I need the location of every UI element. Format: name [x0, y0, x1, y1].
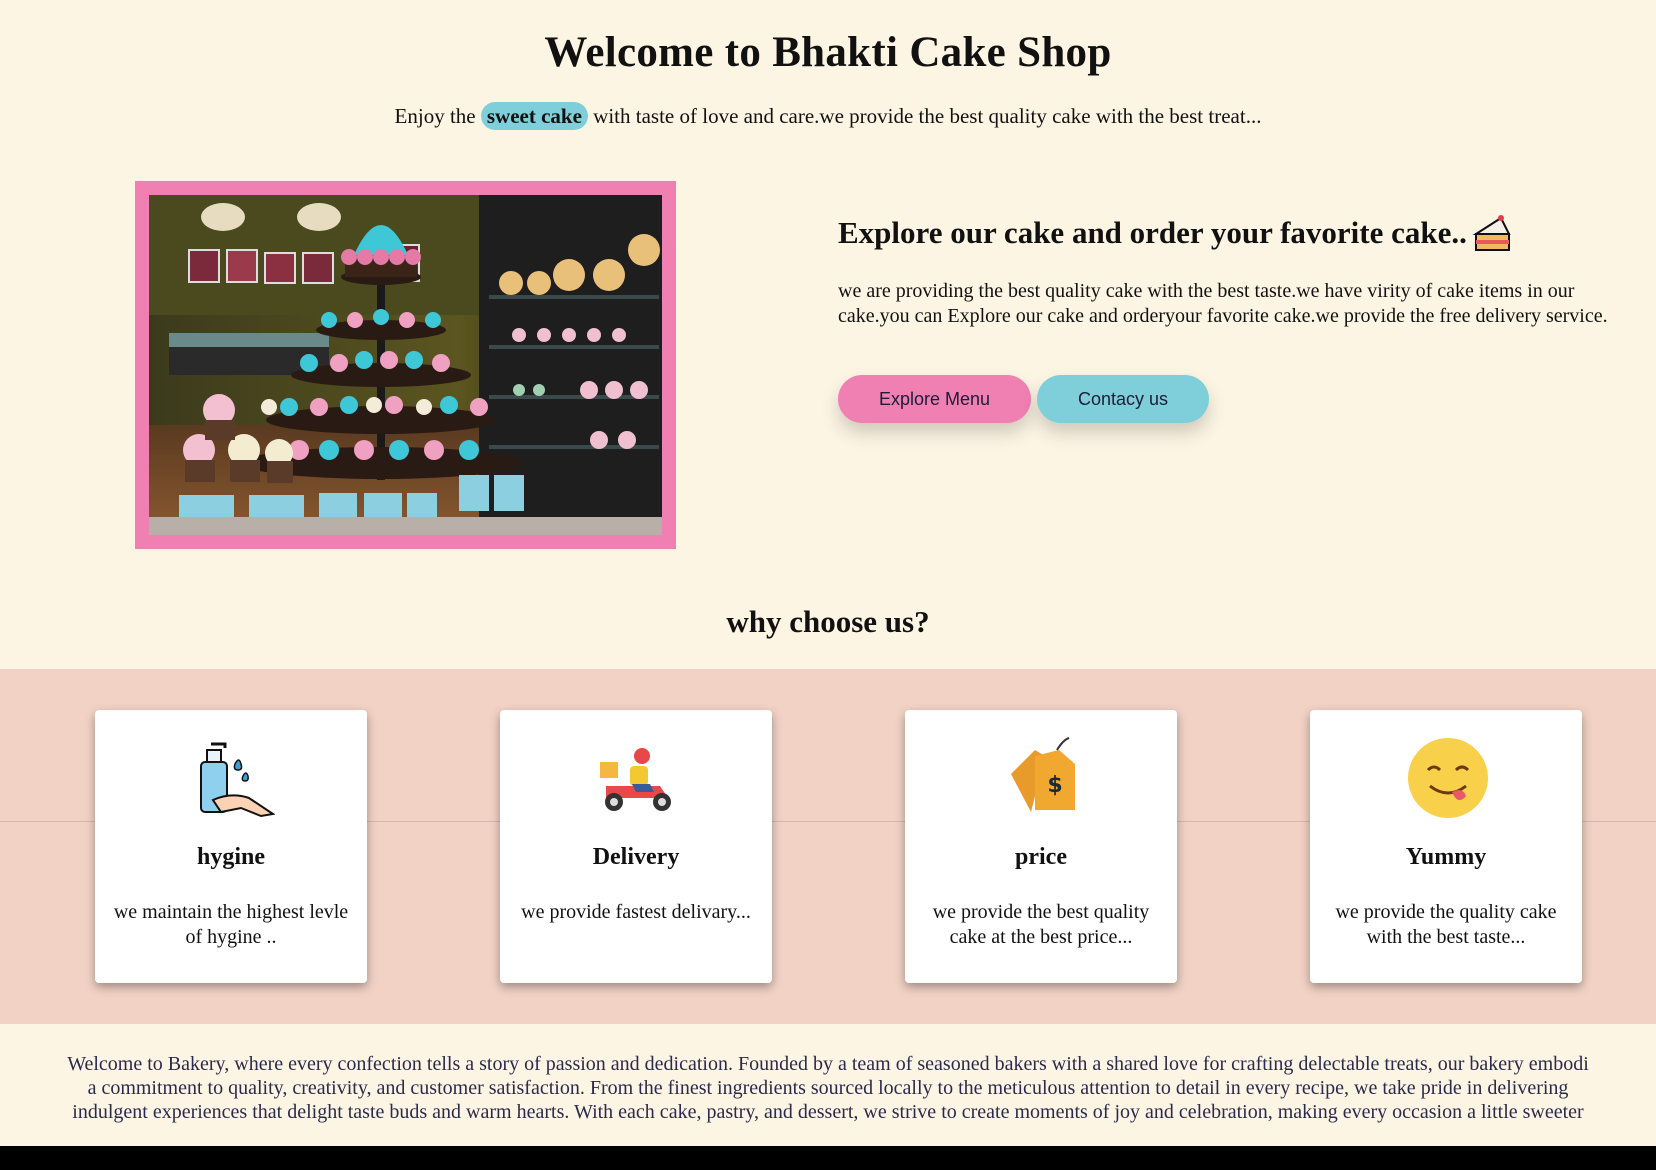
hero-image — [135, 181, 676, 549]
card-text: we provide fastest delivary... — [521, 901, 751, 923]
explore-menu-button[interactable]: Explore Menu — [838, 375, 1031, 423]
feature-card-yummy: Yummy we provide the quality cake with t… — [1310, 710, 1582, 983]
page-title: Welcome to Bhakti Cake Shop — [544, 29, 1112, 76]
cake-slice-icon — [1471, 212, 1513, 254]
card-title: price — [1015, 844, 1067, 870]
card-title: hygine — [196, 844, 265, 870]
tagline-highlight: sweet cake — [480, 102, 588, 130]
hero-heading-text: Explore our cake and order your favorite… — [838, 215, 1467, 250]
about-paragraph: Welcome to Bakery, where every confectio… — [0, 1052, 1656, 1124]
card-text: we maintain the highest levle of hygine … — [113, 901, 349, 948]
feature-card-price: $ price we provide the best quality cake… — [905, 710, 1177, 983]
why-choose-us-heading: why choose us? — [726, 604, 930, 639]
card-text: we provide the best quality cake at the … — [932, 901, 1150, 948]
tagline-end: with taste of love and care.we provide t… — [593, 104, 1262, 128]
delivery-scooter-icon — [596, 736, 680, 820]
tagline: Enjoy the sweet cake with taste of love … — [0, 102, 1656, 130]
tagline-start: Enjoy the — [394, 104, 476, 128]
hero-heading: Explore our cake and order your favorite… — [838, 212, 1513, 254]
card-title: Delivery — [592, 844, 680, 870]
card-text: we provide the quality cake with the bes… — [1335, 901, 1557, 948]
card-title: Yummy — [1405, 844, 1487, 870]
svg-text:$: $ — [1047, 773, 1062, 798]
feature-card-hygine: hygine we maintain the highest levle of … — [95, 710, 367, 983]
hand-wash-icon — [191, 736, 276, 820]
price-tag-icon: $ — [1001, 736, 1085, 820]
yummy-face-icon — [1406, 736, 1490, 820]
about-line: indulgent experiences that delight taste… — [72, 1101, 1584, 1123]
cupcake-display-photo — [149, 195, 662, 535]
features-section: hygine we maintain the highest levle of … — [0, 669, 1656, 1024]
contact-us-button[interactable]: Contacy us — [1037, 375, 1209, 423]
feature-card-delivery: Delivery we provide fastest delivary... — [500, 710, 772, 983]
about-line: Welcome to Bakery, where every confectio… — [67, 1053, 1589, 1075]
hero-description: we are providing the best quality cake w… — [838, 280, 1608, 327]
about-line: a commitment to quality, creativity, and… — [87, 1077, 1569, 1099]
footer-bar — [0, 1146, 1656, 1170]
